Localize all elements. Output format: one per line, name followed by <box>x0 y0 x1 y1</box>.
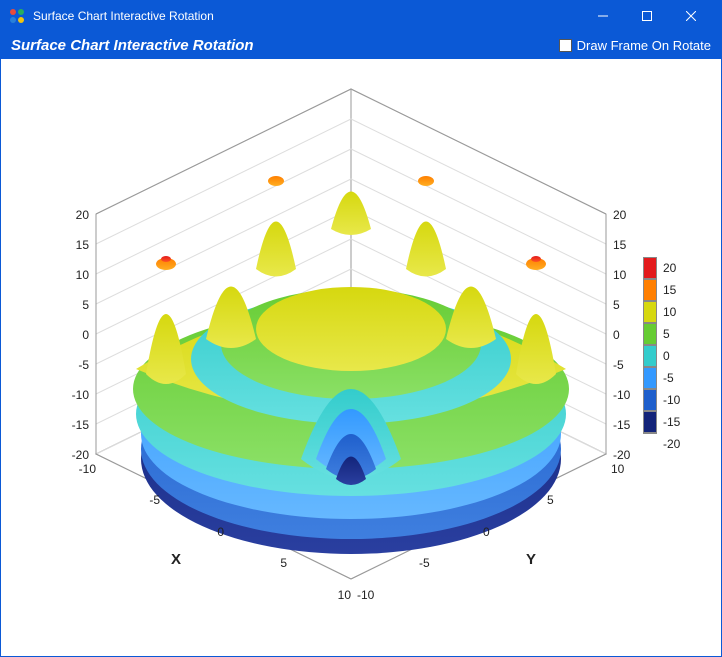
legend-tick: 0 <box>663 349 670 363</box>
app-icon <box>9 8 25 24</box>
window-controls <box>581 1 713 31</box>
svg-text:10: 10 <box>338 588 352 602</box>
svg-text:-20: -20 <box>613 448 631 462</box>
legend-tick: 20 <box>663 261 676 275</box>
svg-text:10: 10 <box>76 268 90 282</box>
legend-tick: 15 <box>663 283 676 297</box>
draw-frame-checkbox[interactable]: Draw Frame On Rotate <box>559 38 711 53</box>
svg-text:-20: -20 <box>72 448 90 462</box>
window-titlebar: Surface Chart Interactive Rotation <box>1 1 721 31</box>
svg-text:-10: -10 <box>72 388 90 402</box>
x-axis-label: X <box>171 551 181 568</box>
svg-text:0: 0 <box>82 328 89 342</box>
svg-text:-5: -5 <box>78 358 89 372</box>
surface-chart[interactable]: 20 15 10 5 0 -5 -10 -15 -20 20 15 10 5 0… <box>1 59 721 656</box>
checkbox-icon <box>559 39 572 52</box>
y-axis-label: Y <box>526 551 536 568</box>
svg-text:0: 0 <box>483 525 490 539</box>
svg-text:-15: -15 <box>72 418 90 432</box>
legend-tick: 5 <box>663 327 670 341</box>
color-legend: 20 15 10 5 0 -5 -10 -15 -20 <box>643 257 699 455</box>
svg-text:20: 20 <box>76 208 90 222</box>
svg-text:5: 5 <box>280 556 287 570</box>
svg-text:-5: -5 <box>613 358 624 372</box>
svg-text:10: 10 <box>613 268 627 282</box>
window-title: Surface Chart Interactive Rotation <box>33 9 581 23</box>
svg-text:0: 0 <box>613 328 620 342</box>
legend-tick: -5 <box>663 371 674 385</box>
svg-text:-10: -10 <box>357 588 375 602</box>
svg-text:5: 5 <box>82 298 89 312</box>
toolbar: Surface Chart Interactive Rotation Draw … <box>1 31 721 59</box>
svg-text:0: 0 <box>217 525 224 539</box>
svg-text:-10: -10 <box>613 388 631 402</box>
close-button[interactable] <box>669 1 713 31</box>
legend-tick: -20 <box>663 437 680 451</box>
z-axis-left-ticks: 20 15 10 5 0 -5 -10 -15 -20 <box>72 208 90 462</box>
svg-text:15: 15 <box>76 238 90 252</box>
svg-text:-5: -5 <box>149 493 160 507</box>
svg-text:-15: -15 <box>613 418 631 432</box>
z-axis-right-ticks: 20 15 10 5 0 -5 -10 -15 -20 <box>613 208 631 462</box>
svg-text:5: 5 <box>547 493 554 507</box>
svg-text:15: 15 <box>613 238 627 252</box>
svg-text:10: 10 <box>611 462 625 476</box>
legend-tick: -10 <box>663 393 680 407</box>
legend-tick: -15 <box>663 415 680 429</box>
minimize-button[interactable] <box>581 1 625 31</box>
legend-tick: 10 <box>663 305 676 319</box>
chart-title: Surface Chart Interactive Rotation <box>11 37 559 54</box>
svg-text:-5: -5 <box>419 556 430 570</box>
svg-text:20: 20 <box>613 208 627 222</box>
svg-text:-10: -10 <box>79 462 97 476</box>
maximize-button[interactable] <box>625 1 669 31</box>
checkbox-label: Draw Frame On Rotate <box>577 38 711 53</box>
svg-text:5: 5 <box>613 298 620 312</box>
